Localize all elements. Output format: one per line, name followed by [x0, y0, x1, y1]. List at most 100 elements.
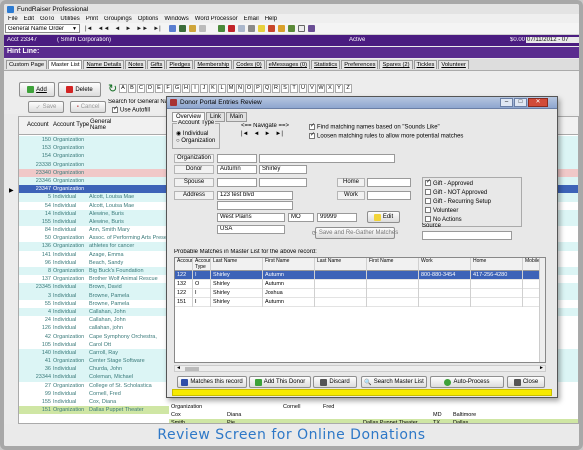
query-icon[interactable] [247, 25, 255, 32]
discard-button[interactable]: Discard [313, 376, 357, 388]
letter-button-i[interactable]: I [191, 84, 199, 93]
gift-option[interactable]: Gift - Approved [425, 178, 519, 189]
tab-gifts[interactable]: Gifts [147, 60, 166, 69]
letter-button-u[interactable]: U [299, 84, 307, 93]
tab-custom-page[interactable]: Custom Page [6, 60, 48, 69]
letter-button-x[interactable]: X [326, 84, 334, 93]
dialog-first-icon[interactable]: |◄ [241, 131, 249, 137]
add-donor-button[interactable]: Add This Donor [249, 376, 311, 388]
letter-button-z[interactable]: Z [344, 84, 352, 93]
letter-button-o[interactable]: O [245, 84, 253, 93]
match-row[interactable]: 132 O Shirley Autumn [175, 280, 545, 289]
letter-button-w[interactable]: W [317, 84, 325, 93]
tree-icon[interactable] [287, 25, 295, 32]
prev-page-icon[interactable]: ◄◄ [98, 26, 110, 32]
letter-button-j[interactable]: J [200, 84, 208, 93]
letter-button-y[interactable]: Y [335, 84, 343, 93]
save-regather-button[interactable]: ⟳ Save and Re-Gather Matches [312, 227, 398, 239]
autofill-toggle[interactable]: Use Autofill [112, 105, 150, 114]
letter-button-l[interactable]: L [218, 84, 226, 93]
loosen-rules-checkbox[interactable] [309, 131, 315, 139]
state-field[interactable]: MO [288, 213, 314, 222]
scroll-thumb[interactable] [185, 367, 199, 371]
menu-item-windows[interactable]: Windows [164, 16, 188, 22]
tab-master-list[interactable]: Master List [48, 60, 83, 69]
menu-item-options[interactable]: Options [138, 16, 159, 22]
gift-option-checkbox[interactable] [425, 216, 431, 223]
next-record-icon[interactable]: ► [125, 26, 131, 32]
radio-organization[interactable]: ○ Organization [176, 138, 215, 144]
add-button[interactable]: Add [19, 82, 55, 97]
gift-option[interactable]: Volunteer [425, 207, 519, 216]
letter-button-v[interactable]: V [308, 84, 316, 93]
match-header-cell[interactable]: Account Type [193, 258, 211, 271]
city-field[interactable]: West Plains [217, 213, 285, 222]
letter-button-t[interactable]: T [290, 84, 298, 93]
auto-process-button[interactable]: Auto-Process [430, 376, 504, 388]
menu-item-print[interactable]: Print [86, 16, 98, 22]
match-header-cell[interactable]: Home [471, 258, 523, 271]
mail-icon[interactable] [237, 25, 245, 32]
tab-codes-0[interactable]: Codes (0) [233, 60, 265, 69]
sounds-like-checkbox[interactable] [309, 122, 315, 130]
delete-button[interactable]: Delete [58, 82, 101, 97]
autofill-checkbox[interactable] [112, 105, 118, 113]
spouse-last-field[interactable] [259, 178, 307, 187]
tab-emessages-0[interactable]: eMessages (0) [265, 60, 311, 69]
chart-icon[interactable] [267, 25, 275, 32]
donor-last-field[interactable]: Shirley [259, 165, 307, 174]
letter-button-g[interactable]: G [173, 84, 181, 93]
letter-button-c[interactable]: C [137, 84, 145, 93]
menu-item-goto[interactable]: GoTo [40, 16, 54, 22]
radio-individual[interactable]: ◉ Individual [176, 130, 208, 137]
prev-record-icon[interactable]: ◄ [114, 26, 120, 32]
menu-item-utilities[interactable]: Utilities [60, 16, 79, 22]
notes-icon[interactable] [257, 25, 265, 32]
grid-header-account[interactable]: Account [27, 122, 49, 128]
work-phone-field[interactable] [367, 191, 411, 200]
address-line-1[interactable]: 123 test blvd [217, 191, 293, 200]
tab-spares-2[interactable]: Spares (2) [379, 60, 413, 69]
clear-icon[interactable] [198, 25, 206, 32]
letter-button-a[interactable]: A [119, 84, 127, 93]
last-record-icon[interactable]: ►| [153, 26, 161, 32]
letter-button-d[interactable]: D [146, 84, 154, 93]
letter-button-e[interactable]: E [155, 84, 163, 93]
tab-preferences[interactable]: Preferences [341, 60, 379, 69]
menu-item-email[interactable]: Email [244, 16, 259, 22]
gift-option-checkbox[interactable] [425, 198, 431, 205]
close-window-button[interactable]: ✕ [528, 98, 548, 107]
match-header-cell[interactable]: Account [175, 258, 193, 271]
scrollbar-vertical[interactable] [539, 258, 545, 362]
scroll-right-icon[interactable]: ► [539, 365, 544, 371]
gift-option-checkbox[interactable] [425, 207, 431, 214]
gift-option-checkbox[interactable] [425, 189, 431, 196]
letter-button-k[interactable]: K [209, 84, 217, 93]
letter-button-s[interactable]: S [281, 84, 289, 93]
country-field[interactable]: USA [217, 225, 285, 234]
menu-item-file[interactable]: File [8, 16, 18, 22]
letter-button-n[interactable]: N [236, 84, 244, 93]
grid-header-name[interactable]: General Name [90, 119, 112, 131]
gift-option[interactable]: Gift - NOT Approved [425, 189, 519, 198]
match-header-cell[interactable]: First Name [367, 258, 419, 271]
match-header-cell[interactable]: Work [419, 258, 471, 271]
home-phone-field[interactable] [367, 178, 411, 187]
donor-first-field[interactable]: Autumn [217, 165, 257, 174]
refresh-icon[interactable]: ↻ [108, 82, 117, 95]
match-header-cell[interactable]: First Name [263, 258, 315, 271]
gift-option[interactable]: Gift - Recurring Setup [425, 198, 519, 207]
sounds-like-option[interactable]: Find matching names based on "Sounds Lik… [309, 122, 440, 131]
first-record-icon[interactable]: |◄ [85, 26, 93, 32]
source-field[interactable] [422, 231, 512, 240]
tab-statistics[interactable]: Statistics [311, 60, 341, 69]
save-button[interactable]: ✓ Save [28, 101, 64, 113]
match-row[interactable]: 122 I Shirley Joshua [175, 289, 545, 298]
tab-name-details[interactable]: Name Details [83, 60, 125, 69]
letter-button-q[interactable]: Q [263, 84, 271, 93]
cancel-button[interactable]: ▪ Cancel [70, 101, 106, 113]
edit-button[interactable]: Edit [367, 211, 400, 223]
match-row[interactable]: 151 I Shirley Autumn [175, 298, 545, 307]
match-row[interactable]: 122 I Shirley Autumn 800-880-3454 417-256-428… [175, 271, 545, 280]
menu-item-help[interactable]: Help [265, 16, 277, 22]
